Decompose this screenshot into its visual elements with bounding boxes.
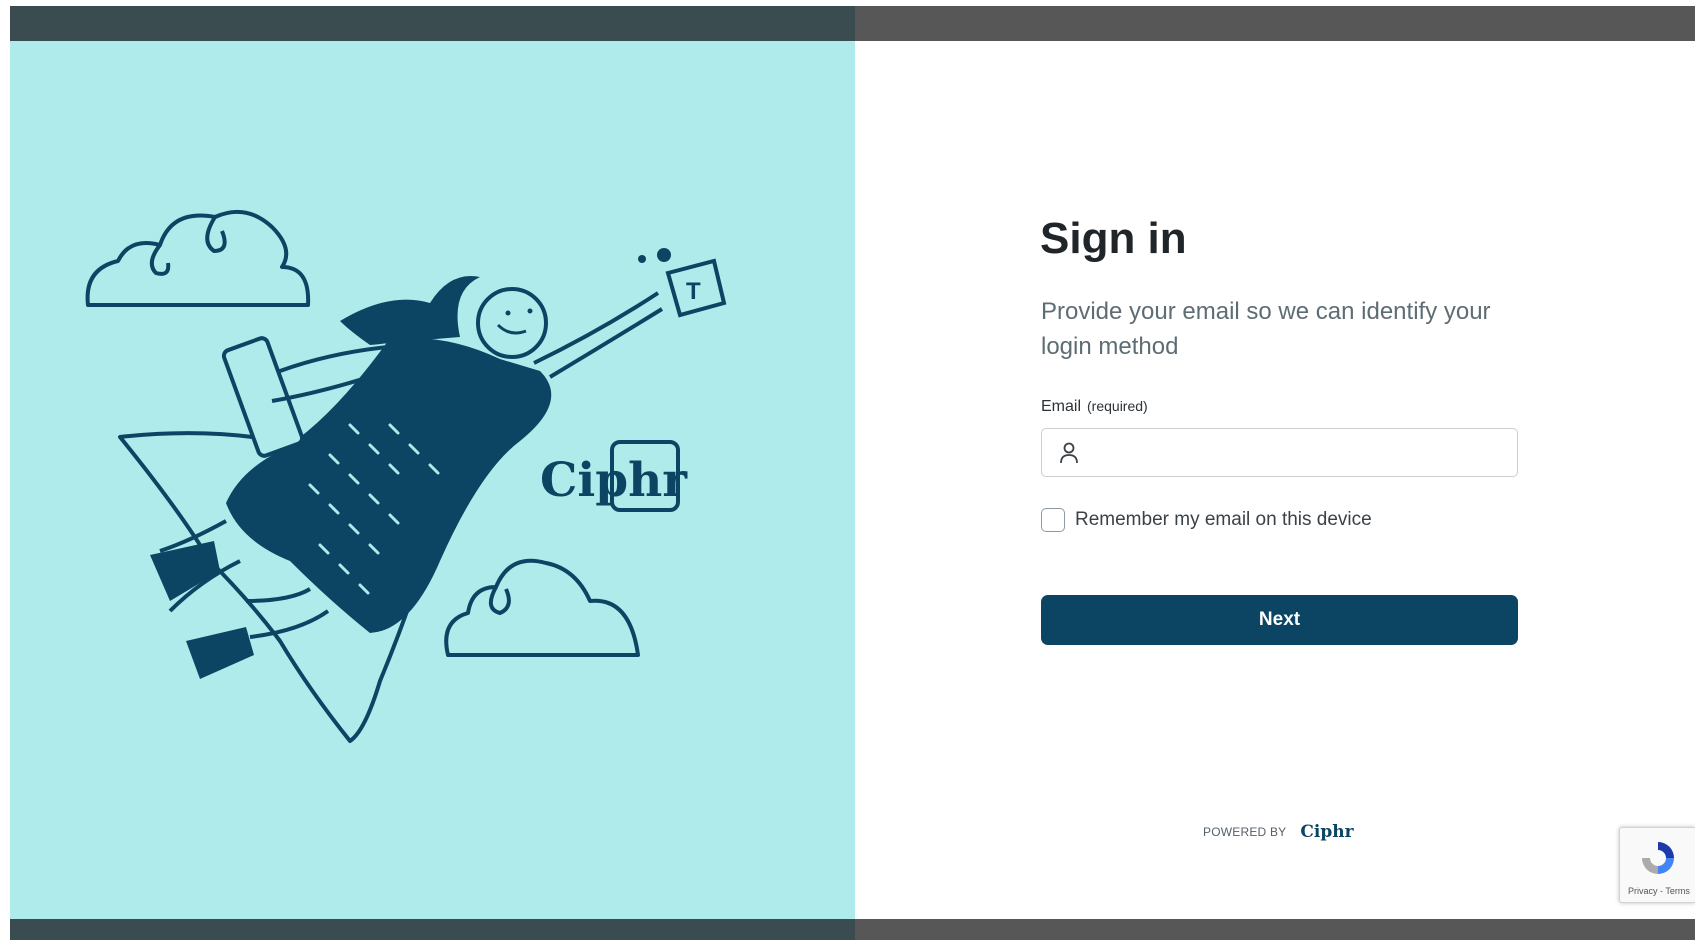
recaptcha-badge[interactable]: Privacy - Terms bbox=[1619, 827, 1695, 903]
mug-letter: T bbox=[686, 278, 701, 305]
page-title: Sign in bbox=[1040, 214, 1187, 263]
powered-by: POWERED BY Ciphr bbox=[1203, 822, 1354, 842]
arm-raised bbox=[533, 291, 660, 365]
superhero-illustration: T Ciphr bbox=[85, 209, 727, 743]
recaptcha-links[interactable]: Privacy - Terms bbox=[1628, 886, 1690, 896]
ciphr-footer-logo[interactable]: Ciphr bbox=[1300, 822, 1353, 842]
cloud-top-left-icon bbox=[85, 209, 311, 307]
remember-email-checkbox[interactable]: Remember my email on this device bbox=[1041, 508, 1372, 532]
remember-label[interactable]: Remember my email on this device bbox=[1075, 509, 1372, 531]
app-window: T Ciphr Sign in Provide your email so we… bbox=[0, 0, 1695, 940]
cloud-bottom-right-icon bbox=[444, 558, 640, 657]
hero-illustration-panel: T Ciphr bbox=[10, 41, 855, 919]
bottom-bar bbox=[10, 919, 1695, 940]
checkbox[interactable] bbox=[1041, 508, 1065, 532]
boot-lower bbox=[186, 627, 254, 679]
user-icon bbox=[1060, 442, 1078, 464]
face-shape bbox=[476, 287, 548, 359]
hair-shape bbox=[340, 276, 480, 345]
email-input[interactable] bbox=[1090, 435, 1505, 471]
powered-by-text: POWERED BY bbox=[1203, 825, 1287, 839]
required-marker: (required) bbox=[1087, 398, 1148, 414]
recaptcha-icon bbox=[1642, 842, 1674, 874]
ciphr-logo-text: Ciphr bbox=[540, 453, 688, 508]
signin-panel: Sign in Provide your email so we can ide… bbox=[855, 41, 1695, 919]
next-button[interactable]: Next bbox=[1041, 595, 1518, 645]
email-field[interactable] bbox=[1041, 428, 1518, 477]
subtitle: Provide your email so we can identify yo… bbox=[1041, 298, 1491, 360]
top-bar bbox=[10, 6, 1695, 41]
mug-icon: T bbox=[638, 248, 727, 318]
email-label: Email (required) bbox=[1041, 398, 1148, 415]
